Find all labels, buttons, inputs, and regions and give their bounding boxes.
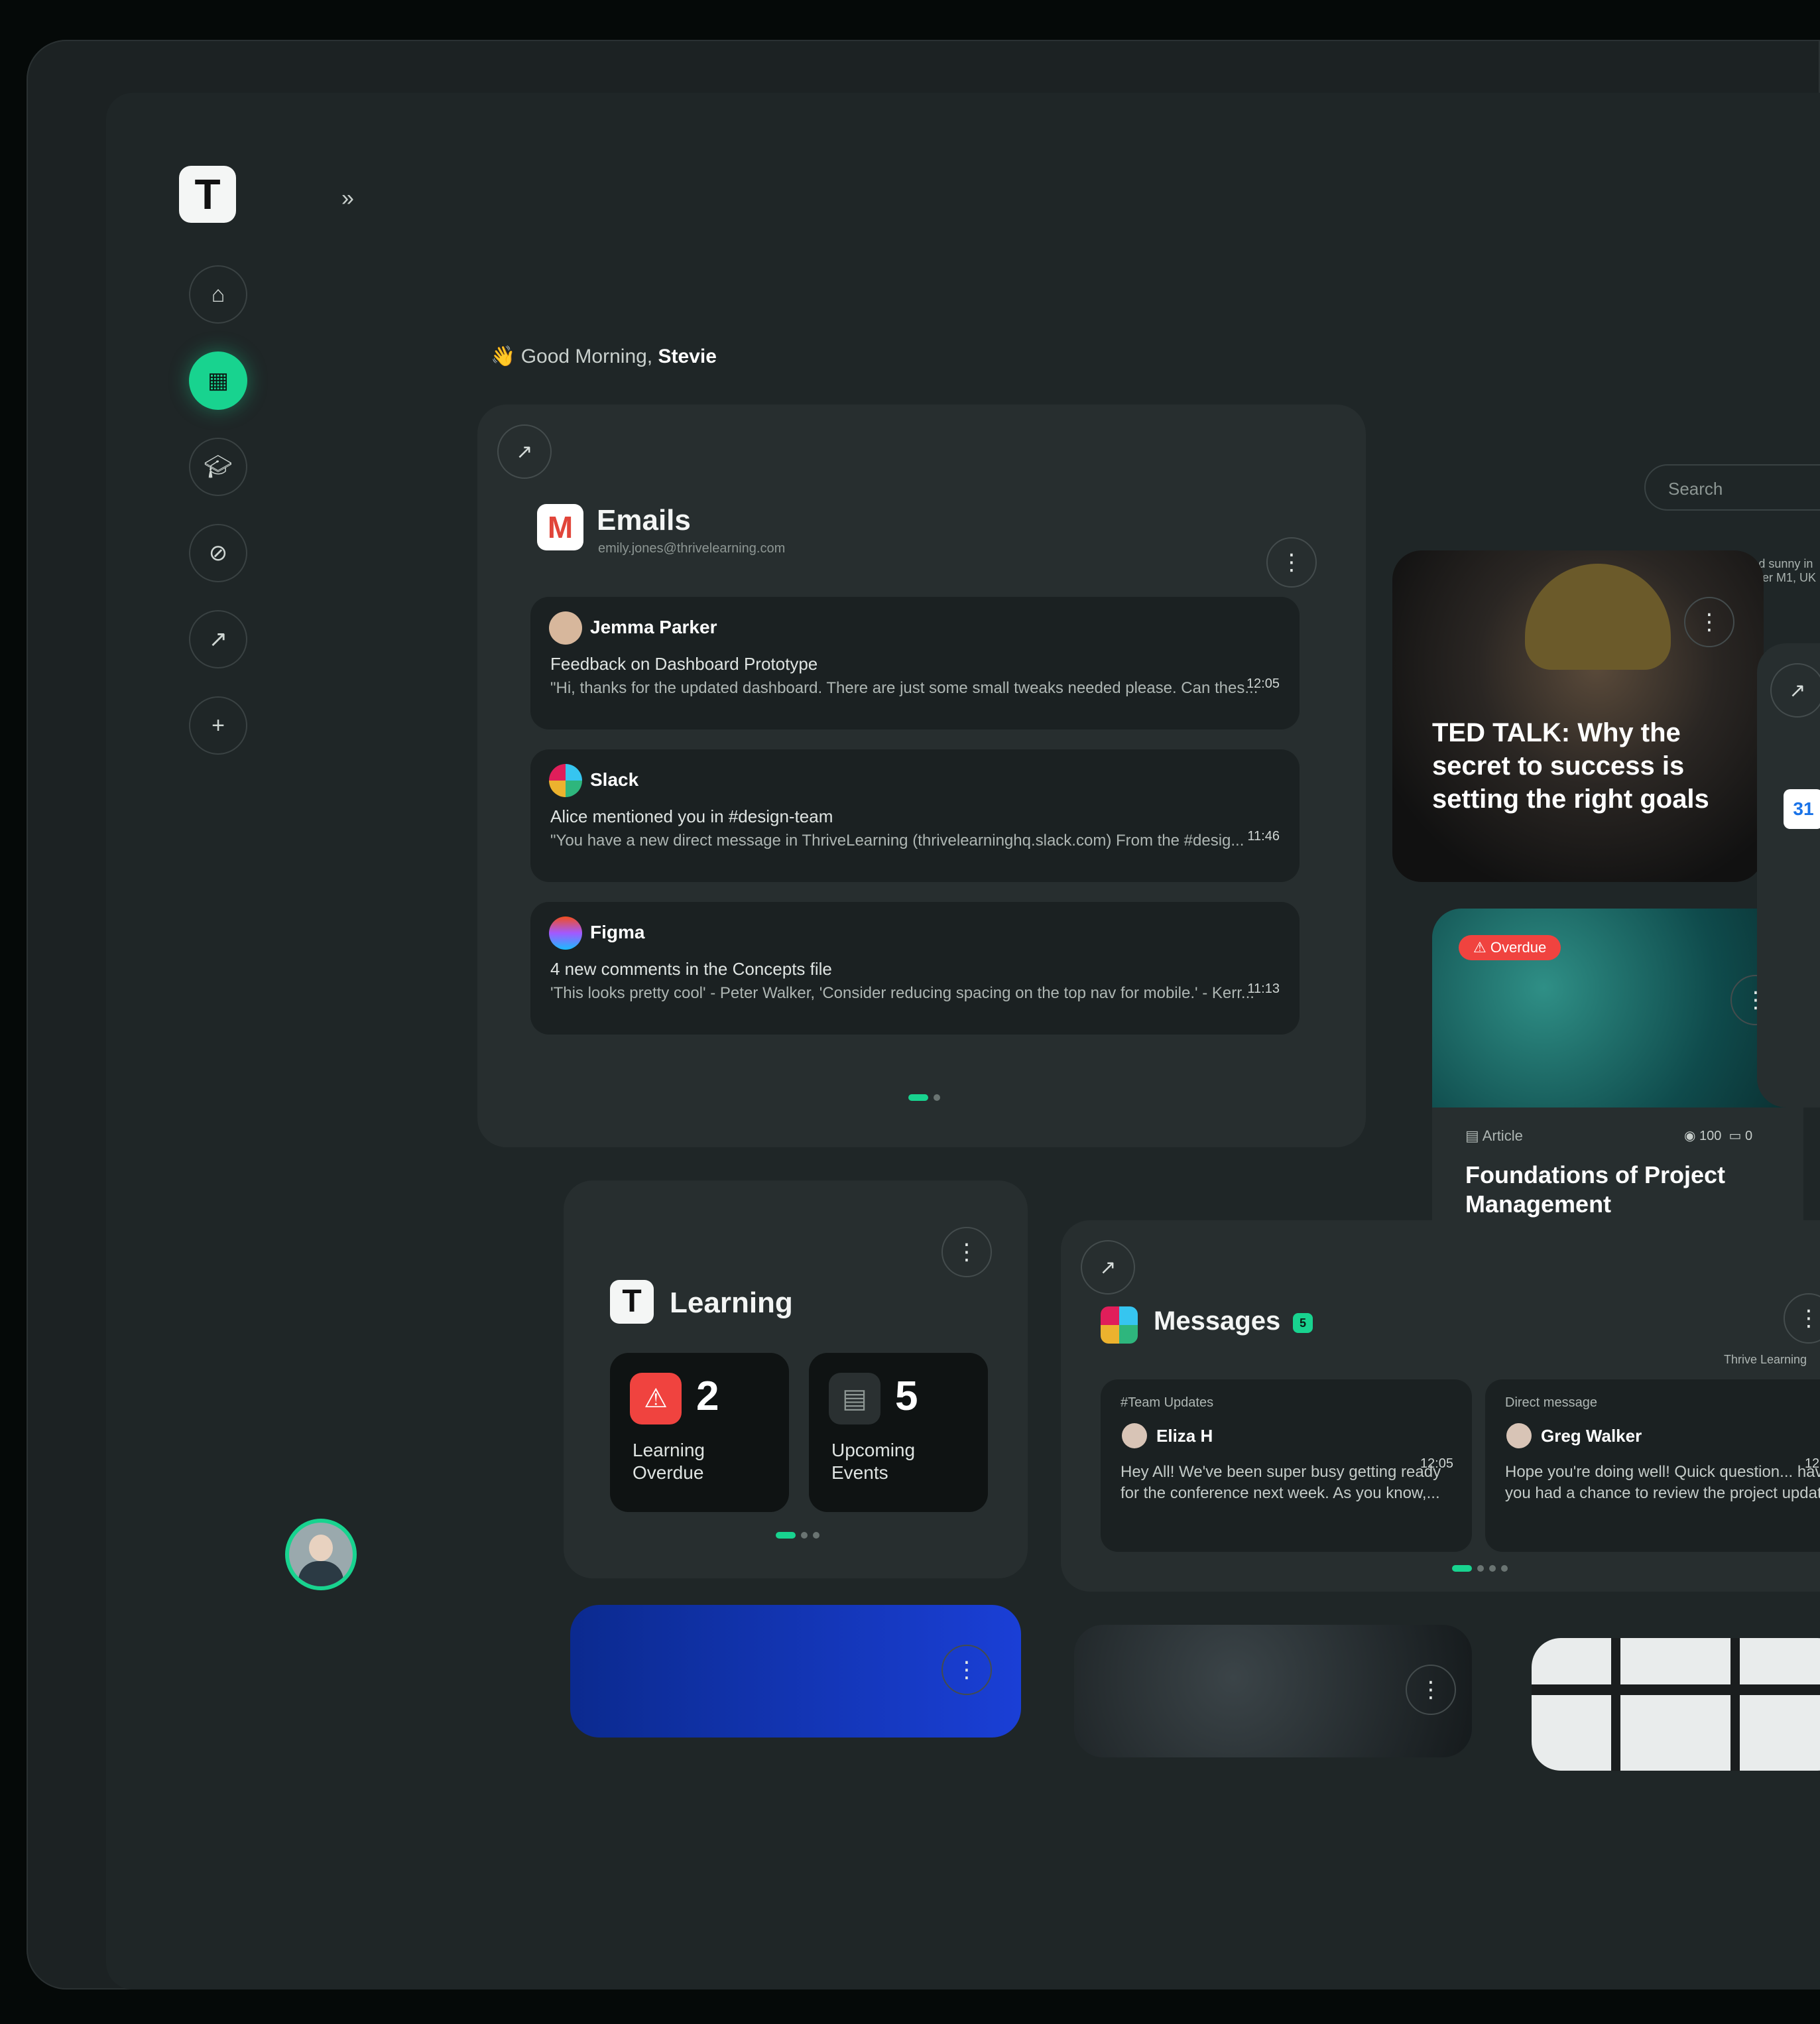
wave-icon: 👋 [491,346,516,367]
space-card[interactable]: ⋮ [1074,1625,1472,1757]
calendar-card: ↗ 31 [1757,643,1820,1107]
blue-card[interactable]: ⋮ [570,1605,1021,1738]
ted-talk-card[interactable]: ⋮ TED TALK: Why the secret to success is… [1392,550,1764,882]
emails-title: Emails [597,504,691,537]
external-link-icon[interactable]: ↗ [1770,663,1820,718]
search-input[interactable]: Search [1644,464,1820,511]
gmail-icon: M [537,504,583,550]
learning-card: ⋮ T Learning ⚠ 2 Learning Overdue ▤ 5 Upc… [564,1180,1028,1578]
google-calendar-icon: 31 [1784,789,1820,829]
user-avatar[interactable] [285,1519,357,1590]
more-options-icon[interactable]: ⋮ [1266,537,1317,588]
ted-title: TED TALK: Why the secret to success is s… [1432,718,1709,814]
slack-icon [1101,1306,1138,1344]
figma-icon [549,917,582,950]
pagination-dots[interactable] [908,1094,940,1101]
pagination-dots[interactable] [1452,1565,1508,1572]
expand-sidebar-icon[interactable]: » [341,186,354,212]
more-options-icon[interactable]: ⋮ [1684,597,1734,647]
avatar [549,611,582,645]
unread-badge: 5 [1293,1313,1313,1333]
messages-title: Messages [1154,1306,1281,1336]
beanie-image [1525,564,1671,670]
article-stats: ◉ 100 ▭ 0 [1684,1129,1753,1143]
messages-card: ↗ Messages 5 ⋮ Thrive Learning #Team Upd… [1061,1220,1820,1592]
external-link-icon[interactable]: ↗ [497,424,552,479]
compass-icon[interactable]: ⊘ [189,524,247,582]
workspace-name: Thrive Learning [1724,1353,1807,1366]
article-title: Foundations of Project Management [1465,1161,1725,1218]
emails-card: ↗ M Emails emily.jones@thrivelearning.co… [477,405,1366,1147]
pagination-dots[interactable] [776,1532,819,1539]
more-options-icon[interactable]: ⋮ [1784,1293,1820,1344]
home-icon[interactable]: ⌂ [189,265,247,324]
greeting: 👋 Good Morning, Stevie [491,346,717,367]
app-logo[interactable]: T [179,166,236,223]
graduation-cap-icon[interactable]: 🎓︎ [189,438,247,496]
overdue-badge: ⚠ Overdue [1459,935,1561,960]
app-screen: T ⌂ ▦ 🎓︎ ⊘ ↗ + » 👋 Good Morning, Stevie … [106,93,1820,1990]
dashboard-icon[interactable]: ▦ [189,351,247,410]
events-tile[interactable]: ▤ 5 Upcoming Events [809,1353,988,1512]
learning-title: Learning [670,1287,793,1319]
avatar [1122,1423,1147,1448]
email-item[interactable]: Figma 4 new comments in the Concepts fil… [530,902,1300,1035]
email-item[interactable]: Jemma Parker Feedback on Dashboard Proto… [530,597,1300,729]
plus-icon[interactable]: + [189,696,247,755]
warning-icon: ⚠ [630,1373,682,1424]
window-card[interactable] [1532,1638,1820,1771]
message-item[interactable]: Direct message Greg Walker 12:05 Hope yo… [1485,1379,1820,1552]
device-frame: T ⌂ ▦ 🎓︎ ⊘ ↗ + » 👋 Good Morning, Stevie … [27,40,1820,1990]
external-link-icon[interactable]: ↗ [1081,1240,1135,1295]
email-item[interactable]: Slack Alice mentioned you in #design-tea… [530,749,1300,882]
overdue-tile[interactable]: ⚠ 2 Learning Overdue [610,1353,789,1512]
external-link-icon[interactable]: ↗ [189,610,247,668]
comment-icon: ▭ [1729,1129,1742,1143]
article-type: ▤ Article [1465,1127,1523,1144]
slack-icon [549,764,582,797]
eye-icon: ◉ [1684,1129,1696,1143]
more-options-icon[interactable]: ⋮ [941,1645,992,1695]
emails-address: emily.jones@thrivelearning.com [598,541,786,556]
avatar [1506,1423,1532,1448]
message-item[interactable]: #Team Updates Eliza H 12:05 Hey All! We'… [1101,1379,1472,1552]
learning-logo: T [610,1280,654,1324]
sidebar: T ⌂ ▦ 🎓︎ ⊘ ↗ + [106,93,357,1990]
calendar-icon: ▤ [829,1373,880,1424]
more-options-icon[interactable]: ⋮ [941,1227,992,1277]
user-name: Stevie [658,346,717,367]
more-options-icon[interactable]: ⋮ [1406,1665,1456,1715]
